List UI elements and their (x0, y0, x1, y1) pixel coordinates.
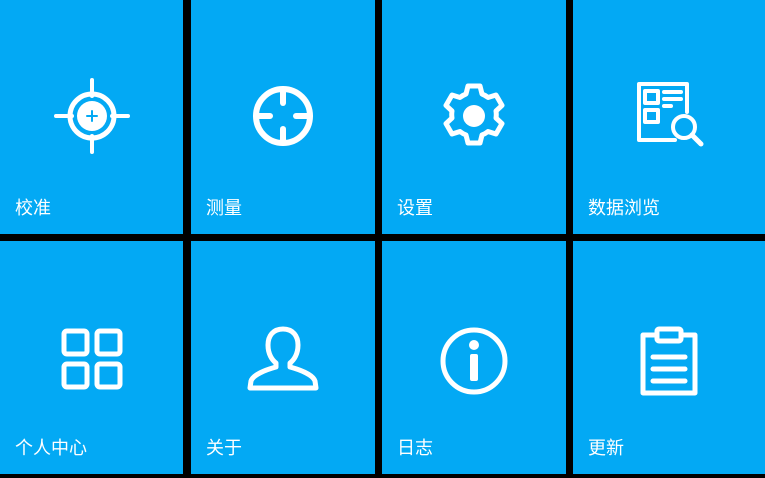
data-browse-icon (631, 78, 707, 154)
clipboard-icon (631, 323, 707, 399)
calibrate-target-icon (53, 78, 130, 154)
tile-label: 数据浏览 (588, 198, 660, 219)
tile-calibrate[interactable]: 校准 (0, 0, 183, 234)
tile-about[interactable]: 关于 (191, 241, 375, 474)
tile-update[interactable]: 更新 (573, 241, 765, 474)
grid-icon (54, 323, 130, 399)
crosshair-icon (245, 78, 321, 154)
tile-label: 设置 (397, 198, 433, 219)
tile-label: 校准 (15, 198, 51, 219)
tile-data-browse[interactable]: 数据浏览 (573, 0, 765, 234)
info-icon (436, 323, 512, 399)
tile-log[interactable]: 日志 (382, 241, 566, 474)
tile-label: 测量 (206, 198, 242, 219)
tile-measure[interactable]: 测量 (191, 0, 375, 234)
tile-label: 个人中心 (15, 438, 87, 459)
tile-label: 关于 (206, 438, 242, 459)
gear-icon (436, 78, 512, 154)
menu-grid: 校准 测量 设置 数据浏览 个人中心 关于 日志 更新 (0, 0, 765, 478)
tile-label: 更新 (588, 438, 624, 459)
user-icon (245, 323, 321, 399)
tile-label: 日志 (397, 438, 433, 459)
tile-settings[interactable]: 设置 (382, 0, 566, 234)
tile-personal-center[interactable]: 个人中心 (0, 241, 183, 474)
